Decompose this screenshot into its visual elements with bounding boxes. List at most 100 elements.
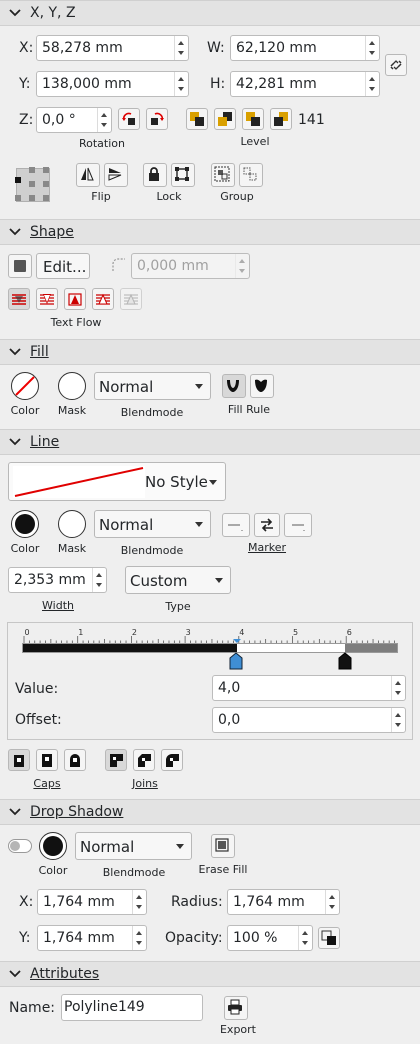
section-title-line: Line [30, 434, 60, 450]
shadow-opacity-spinbox[interactable]: 100 % [227, 925, 313, 951]
section-title-fill: Fill [30, 344, 49, 360]
spin-arrows[interactable] [97, 108, 111, 132]
spin-arrows[interactable] [92, 568, 106, 592]
rotate-ccw-button[interactable] [118, 108, 140, 130]
join-round-icon [166, 754, 179, 767]
spin-arrows[interactable] [235, 254, 249, 278]
line-blendmode-combo[interactable]: Normal [94, 510, 211, 538]
dash-value-spinbox[interactable]: 4,0 [212, 675, 406, 701]
level-lower-bottom-button[interactable] [270, 108, 292, 130]
rotate-right-icon [151, 112, 164, 125]
broken-link-icon [390, 60, 402, 70]
spin-arrows[interactable] [174, 72, 188, 96]
join-bevel-button[interactable] [133, 749, 155, 771]
level-lower-button[interactable] [242, 108, 264, 130]
fill-rule-nonzero-button[interactable] [250, 374, 274, 398]
fill-color-button[interactable] [11, 372, 39, 400]
edit-shape-button[interactable]: Edit... [36, 253, 90, 279]
corner-radius-spinbox[interactable]: 0,000 mm [131, 253, 250, 279]
fill-mask-button[interactable] [58, 372, 86, 400]
basepoint-dot[interactable] [43, 181, 49, 187]
erase-fill-button[interactable] [211, 834, 235, 858]
basepoint-dot[interactable] [29, 181, 35, 187]
y-spinbox[interactable]: 138,000 mm [36, 71, 189, 97]
basepoint-dot[interactable] [29, 195, 35, 201]
basepoint-dot[interactable] [15, 177, 21, 183]
drop-shadow-toggle[interactable] [8, 839, 32, 853]
lock-size-button[interactable] [171, 163, 195, 187]
text-flow-clip-button[interactable] [120, 288, 142, 310]
shadow-color-button[interactable] [39, 832, 67, 860]
x-spinbox[interactable]: 58,278 mm [36, 35, 189, 61]
group-button[interactable] [211, 163, 235, 187]
basepoint-dot[interactable] [29, 167, 35, 173]
spin-arrows[interactable] [174, 36, 188, 60]
shadow-radius-spinbox[interactable]: 1,764 mm [227, 889, 340, 915]
marker-end-button[interactable] [284, 513, 312, 537]
line-style-combo[interactable]: No Style [8, 462, 226, 501]
level-raise-button[interactable] [214, 108, 236, 130]
shadow-color-label: Color [38, 864, 68, 877]
fill-rule-evenodd-button[interactable] [222, 374, 246, 398]
spin-arrows[interactable] [365, 72, 379, 96]
join-round-button[interactable] [161, 749, 183, 771]
dash-handle-selected[interactable] [229, 652, 243, 670]
shadow-blendmode-combo[interactable]: Normal [75, 832, 192, 860]
line-width-spinbox[interactable]: 2,353 mm [8, 567, 107, 593]
level-raise-top-button[interactable] [186, 108, 208, 130]
section-header-attributes[interactable]: Attributes [0, 961, 420, 987]
flip-vertical-button[interactable] [104, 163, 128, 187]
section-header-drop-shadow[interactable]: Drop Shadow [0, 799, 420, 825]
line-mask-button[interactable] [58, 510, 86, 538]
cap-butt-button[interactable] [8, 749, 30, 771]
text-flow-frame-icon [40, 294, 54, 305]
spin-arrows[interactable] [132, 926, 146, 950]
dash-offset-spinbox[interactable]: 0,0 [212, 707, 406, 733]
spin-arrows[interactable] [365, 36, 379, 60]
text-flow-contour-icon [96, 293, 110, 305]
dash-segment-repeat [345, 644, 397, 652]
marker-swap-button[interactable] [254, 513, 280, 537]
text-flow-frame-button[interactable] [36, 288, 58, 310]
spin-arrows[interactable] [391, 676, 405, 700]
section-header-fill[interactable]: Fill [0, 339, 420, 365]
shadow-transparency-object-button[interactable] [318, 927, 340, 949]
join-miter-button[interactable] [105, 749, 127, 771]
section-header-xyz[interactable]: X, Y, Z [0, 0, 420, 26]
spin-arrows[interactable] [391, 708, 405, 732]
text-flow-none-button[interactable] [8, 288, 30, 310]
marker-start-button[interactable] [222, 513, 250, 537]
rotation-spinbox[interactable]: 0,0 ° [36, 107, 112, 133]
w-spinbox[interactable]: 62,120 mm [230, 35, 380, 61]
fill-blendmode-combo[interactable]: Normal [94, 372, 211, 400]
section-header-shape[interactable]: Shape [0, 219, 420, 245]
lock-button[interactable] [143, 163, 167, 187]
shape-preset-button[interactable] [8, 254, 32, 278]
text-flow-contour-button[interactable] [92, 288, 114, 310]
ungroup-button[interactable] [239, 163, 263, 187]
text-flow-bbox-button[interactable] [64, 288, 86, 310]
object-name-input[interactable]: Polyline149 [61, 994, 203, 1021]
h-spinbox[interactable]: 42,281 mm [230, 71, 380, 97]
shadow-opacity-label: Opacity: [165, 930, 223, 946]
line-color-button[interactable] [11, 510, 39, 538]
spin-arrows[interactable] [132, 890, 146, 914]
flip-horizontal-button[interactable] [76, 163, 100, 187]
line-type-combo[interactable]: Custom [125, 566, 231, 594]
cap-round-button[interactable] [64, 749, 86, 771]
fill-mask-label: Mask [57, 404, 87, 417]
cap-square-button[interactable] [36, 749, 58, 771]
section-header-line[interactable]: Line [0, 429, 420, 455]
shadow-x-spinbox[interactable]: 1,764 mm [37, 889, 147, 915]
basepoint-dot[interactable] [43, 195, 49, 201]
dash-handle[interactable] [338, 652, 352, 670]
basepoint-dot[interactable] [15, 195, 21, 201]
export-button[interactable] [224, 996, 248, 1020]
rotate-cw-button[interactable] [146, 108, 168, 130]
spin-arrows[interactable] [298, 926, 312, 950]
link-ratio-button[interactable] [385, 54, 407, 76]
shadow-y-spinbox[interactable]: 1,764 mm [37, 925, 147, 951]
basepoint-dot[interactable] [43, 167, 49, 173]
spin-arrows[interactable] [325, 890, 339, 914]
basepoint-selector[interactable] [15, 167, 50, 202]
